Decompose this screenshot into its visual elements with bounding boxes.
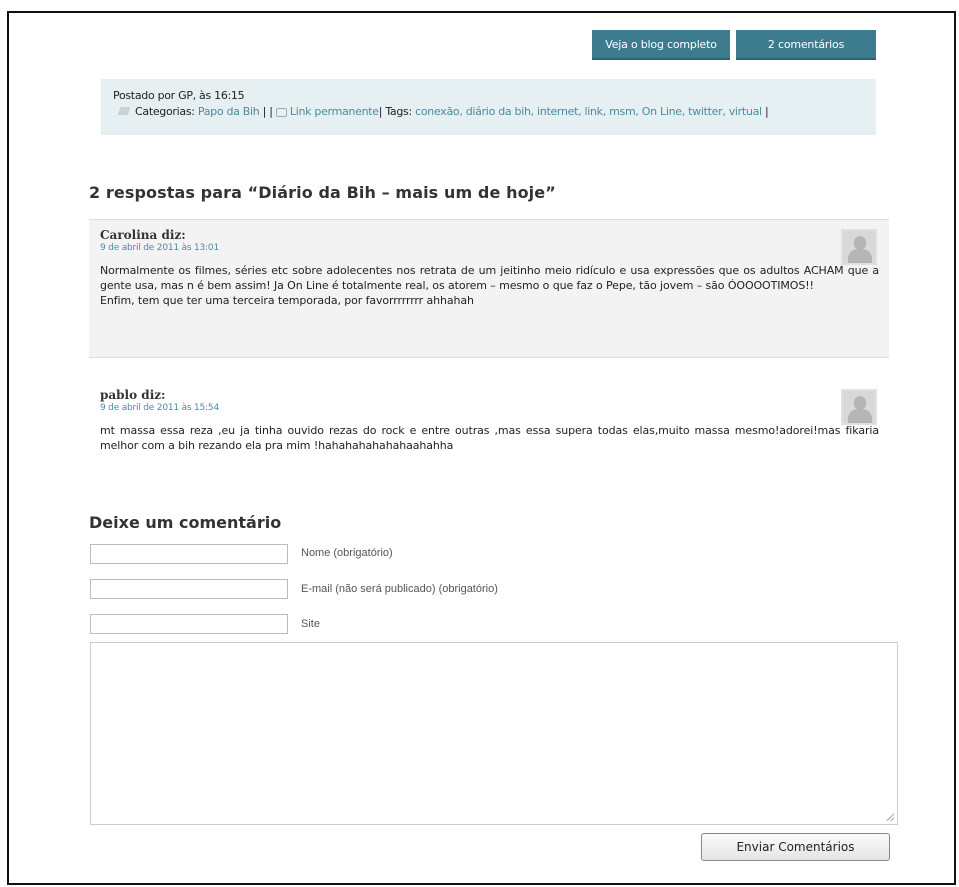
name-input[interactable] <box>90 544 288 564</box>
comment-body-paragraph: Enfim, tem que ter uma terceira temporad… <box>100 294 474 307</box>
trailing-pipe: | <box>761 105 769 118</box>
avatar-placeholder-icon <box>854 396 866 410</box>
comment-date-link[interactable]: 9 de abril de 2011 às 15:54 <box>100 403 879 413</box>
name-label: Nome (obrigatório) <box>301 547 393 559</box>
avatar <box>841 229 877 265</box>
posted-by-text: Postado por GP, às 16:15 <box>113 89 245 102</box>
comment-textarea[interactable] <box>90 642 898 825</box>
categories-label: Categorias: <box>135 105 195 118</box>
post-meta-box: Postado por GP, às 16:15 Categorias: Pap… <box>101 79 876 135</box>
site-input[interactable] <box>90 614 288 634</box>
tags-label: | Tags: <box>378 105 412 118</box>
comment-date-link[interactable]: 9 de abril de 2011 às 13:01 <box>100 243 879 253</box>
comment-icon <box>275 107 287 117</box>
responses-heading: 2 respostas para “Diário da Bih – mais u… <box>89 183 556 202</box>
post-meta-links: Categorias: Papo da Bih | | Link permane… <box>113 105 876 118</box>
leave-comment-heading: Deixe um comentário <box>89 513 282 532</box>
comment-author: pablo diz: <box>100 388 166 402</box>
comment-author: Carolina diz: <box>100 228 186 242</box>
comment-body-paragraph: mt massa essa reza ,eu ja tinha ouvido r… <box>100 424 879 452</box>
comment-body-paragraph: Normalmente os filmes, séries etc sobre … <box>100 264 879 292</box>
avatar <box>841 389 877 425</box>
view-full-blog-button[interactable]: Veja o blog completo <box>592 30 730 60</box>
resize-grip-icon[interactable] <box>886 813 894 821</box>
comment-body: Normalmente os filmes, séries etc sobre … <box>100 263 879 308</box>
tags-links[interactable]: conexão, diário da bih, internet, link, … <box>415 105 762 118</box>
comment-item: Carolina diz: 9 de abril de 2011 às 13:0… <box>89 219 889 358</box>
comments-count-button[interactable]: 2 comentários <box>736 30 876 60</box>
site-label: Site <box>301 618 320 630</box>
category-link[interactable]: Papo da Bih <box>198 105 260 118</box>
page-frame: Veja o blog completo 2 comentários Posta… <box>7 11 956 885</box>
comment-item: pablo diz: 9 de abril de 2011 às 15:54 m… <box>89 380 889 470</box>
tag-icon <box>117 107 131 115</box>
email-label: E-mail (não será publicado) (obrigatório… <box>301 583 498 595</box>
comment-body: mt massa essa reza ,eu ja tinha ouvido r… <box>100 423 879 453</box>
avatar-placeholder-icon <box>854 236 866 250</box>
submit-comment-button[interactable]: Enviar Comentários <box>701 833 890 861</box>
pipe-separators: | | <box>259 105 276 118</box>
email-input[interactable] <box>90 579 288 599</box>
permalink-link[interactable]: Link permanente <box>290 105 379 118</box>
